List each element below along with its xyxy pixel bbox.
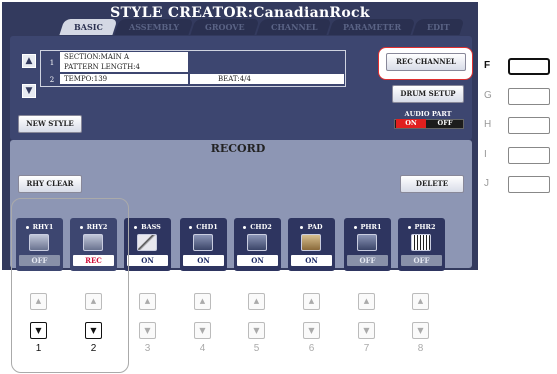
channel-7-down-button[interactable]: ▼: [358, 322, 375, 339]
audio-part-label: AUDIO PART: [404, 110, 452, 118]
channel-name: CHD1: [180, 223, 227, 231]
tab-groove[interactable]: GROOVE: [190, 19, 260, 35]
f-key-button-i[interactable]: [508, 147, 550, 164]
channel-1-down-button[interactable]: ▼: [30, 322, 47, 339]
channel-chd2[interactable]: CHD2 ON: [234, 218, 281, 271]
f-key-label-f: F: [484, 60, 491, 71]
channel-number-label: 6: [308, 343, 315, 354]
bass-guitar-icon: [137, 234, 157, 251]
f-key-button-j[interactable]: [508, 176, 550, 193]
info-list-frame: [40, 50, 346, 87]
f-key-button-f[interactable]: [508, 58, 550, 75]
channel-number-label: 5: [253, 343, 260, 354]
arrow-down-icon: ▼: [25, 86, 33, 96]
channel-7-up-button[interactable]: ▲: [358, 293, 375, 310]
channel-number-label: 7: [363, 343, 370, 354]
f-key-button-h[interactable]: [508, 117, 550, 134]
tab-parameter[interactable]: PARAMETER: [328, 19, 416, 35]
channel-phr1[interactable]: PHR1 OFF: [344, 218, 391, 271]
channel-name: PHR1: [344, 223, 391, 231]
channel-number-label: 3: [144, 343, 151, 354]
tab-edit[interactable]: EDIT: [412, 19, 465, 35]
tab-basic[interactable]: BASIC: [59, 19, 118, 35]
channel-dot-icon: [407, 225, 411, 229]
channel-status[interactable]: OFF: [401, 255, 442, 266]
channel-3-down-button[interactable]: ▼: [139, 322, 156, 339]
scroll-up-button[interactable]: ▲: [22, 54, 36, 68]
electric-guitar-icon: [247, 234, 267, 251]
organ-icon: [301, 234, 321, 251]
channel-number-label: 1: [35, 343, 42, 354]
channel-dot-icon: [353, 225, 357, 229]
channel-bass[interactable]: BASS ON: [124, 218, 171, 271]
channel-status[interactable]: ON: [237, 255, 278, 266]
channel-status[interactable]: OFF: [347, 255, 388, 266]
arrow-up-icon: ▲: [25, 56, 33, 66]
channel-name: PAD: [288, 223, 335, 231]
channel-6-down-button[interactable]: ▼: [303, 322, 320, 339]
f-key-label-i: I: [484, 149, 487, 160]
channel-8-down-button[interactable]: ▼: [412, 322, 429, 339]
channel-dot-icon: [243, 225, 247, 229]
channel-number-label: 8: [417, 343, 424, 354]
channel-status[interactable]: ON: [127, 255, 168, 266]
channel-4-up-button[interactable]: ▲: [194, 293, 211, 310]
channel-name: CHD2: [234, 223, 281, 231]
channel-2-up-button[interactable]: ▲: [85, 293, 102, 310]
channel-chd1[interactable]: CHD1 ON: [180, 218, 227, 271]
channel-3-up-button[interactable]: ▲: [139, 293, 156, 310]
electric-guitar-icon: [357, 234, 377, 251]
channel-1-up-button[interactable]: ▲: [30, 293, 47, 310]
f-key-label-g: G: [484, 90, 492, 101]
channel-2-down-button[interactable]: ▼: [85, 322, 102, 339]
tab-channel[interactable]: CHANNEL: [255, 19, 332, 35]
channel-number-label: 4: [199, 343, 206, 354]
channel-dot-icon: [189, 225, 193, 229]
channel-6-up-button[interactable]: ▲: [303, 293, 320, 310]
delete-button[interactable]: DELETE: [400, 175, 464, 193]
channel-dot-icon: [134, 225, 138, 229]
f-key-label-j: J: [484, 178, 489, 189]
audio-part-off[interactable]: OFF: [428, 119, 462, 128]
tab-assembly[interactable]: ASSEMBLY: [114, 19, 194, 35]
channel-8-up-button[interactable]: ▲: [412, 293, 429, 310]
audio-part-on[interactable]: ON: [396, 119, 426, 128]
new-style-button[interactable]: NEW STYLE: [18, 115, 82, 133]
channel-name: BASS: [124, 223, 171, 231]
channel-5-down-button[interactable]: ▼: [248, 322, 265, 339]
rhythm-highlight-frame: [11, 198, 129, 373]
scroll-down-button[interactable]: ▼: [22, 84, 36, 98]
f-key-button-g[interactable]: [508, 88, 550, 105]
record-title: RECORD: [210, 142, 266, 155]
keyboard-icon: [411, 234, 431, 251]
rec-channel-button[interactable]: REC CHANNEL: [386, 53, 466, 71]
channel-phr2[interactable]: PHR2 OFF: [398, 218, 445, 271]
drum-setup-button[interactable]: DRUM SETUP: [392, 85, 464, 103]
channel-pad[interactable]: PAD ON: [288, 218, 335, 271]
channel-name: PHR2: [398, 223, 445, 231]
f-key-label-h: H: [484, 119, 492, 130]
channel-5-up-button[interactable]: ▲: [248, 293, 265, 310]
rhy-clear-button[interactable]: RHY CLEAR: [18, 175, 82, 193]
channel-number-label: 2: [90, 343, 97, 354]
electric-guitar-icon: [193, 234, 213, 251]
channel-status[interactable]: ON: [291, 255, 332, 266]
tab-bar: BASIC ASSEMBLY GROOVE CHANNEL PARAMETER …: [59, 19, 465, 35]
channel-4-down-button[interactable]: ▼: [194, 322, 211, 339]
channel-status[interactable]: ON: [183, 255, 224, 266]
channel-dot-icon: [300, 225, 304, 229]
